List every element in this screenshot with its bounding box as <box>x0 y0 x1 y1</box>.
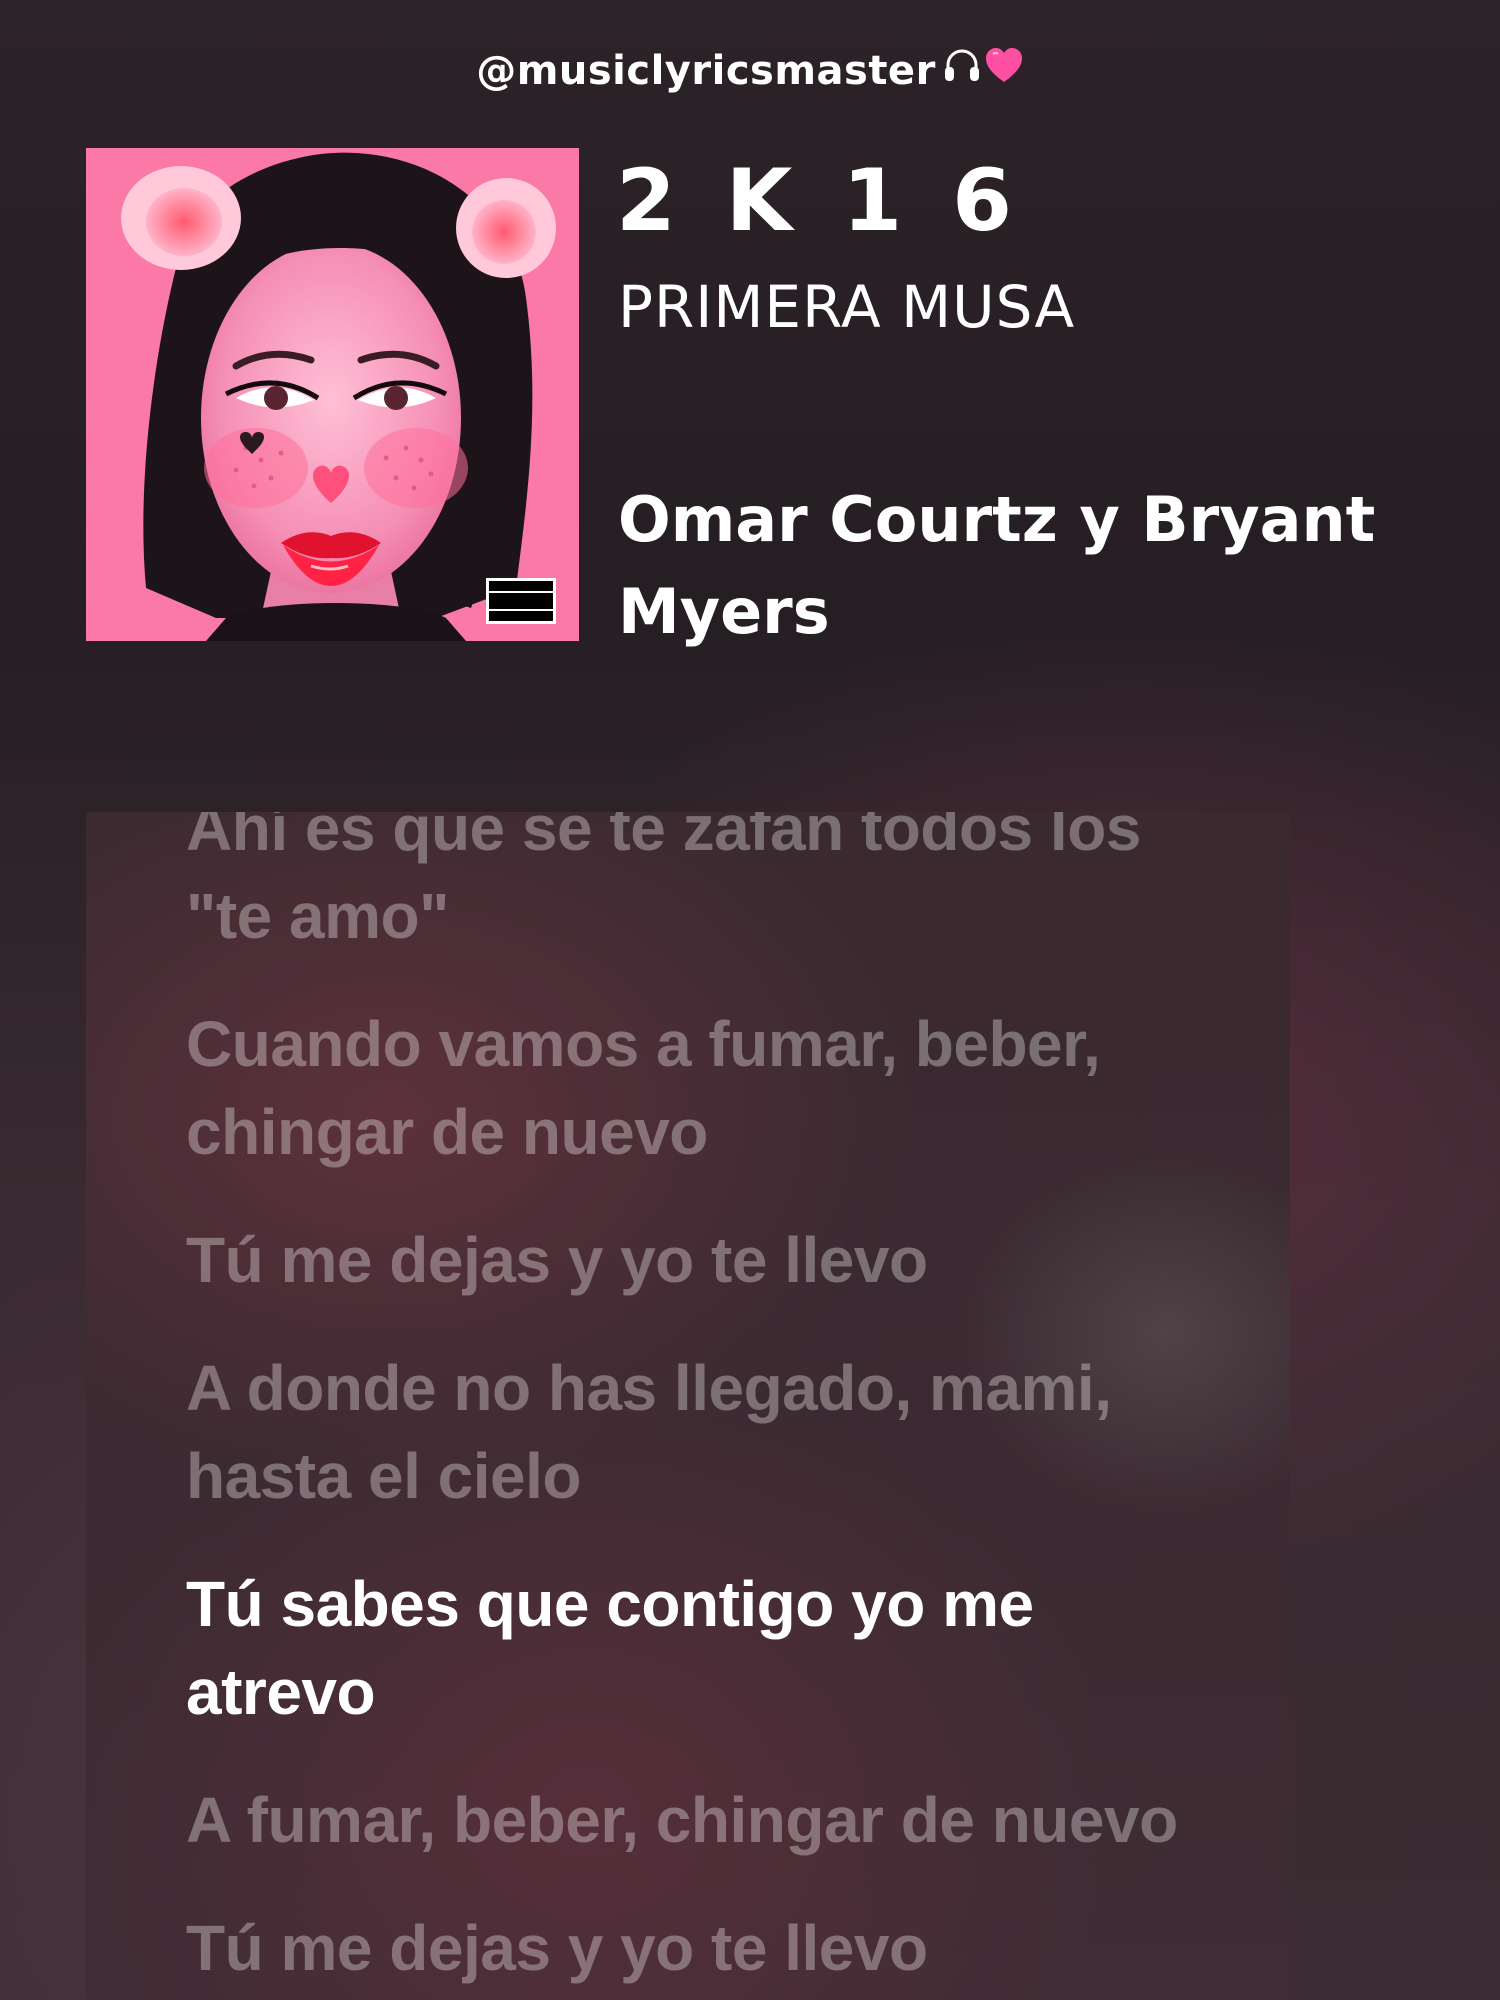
lyric-line[interactable]: Tú me dejas y yo te llevo <box>186 1216 1186 1304</box>
album-name: PRIMERA MUSA <box>618 273 1076 341</box>
lyrics-panel[interactable]: Ahí es que se te zafan todos los "te amo… <box>86 812 1290 2000</box>
track-title: 2 K 1 6 <box>616 151 1022 251</box>
lyric-line[interactable]: Ahí es que se te zafan todos los "te amo… <box>186 812 1186 960</box>
lyric-line[interactable]: Cuando vamos a fumar, beber, chingar de … <box>186 1000 1186 1176</box>
headphones-icon <box>936 49 984 97</box>
parental-advisory-label <box>486 578 556 624</box>
pink-heart-icon <box>984 48 1024 96</box>
lyric-line[interactable]: A fumar, beber, chingar de nuevo <box>186 1776 1186 1864</box>
artists-line-1: Omar Courtz y Bryant <box>618 483 1376 556</box>
artist-names: Omar Courtz y Bryant Myers <box>618 474 1438 658</box>
lyric-line[interactable]: A donde no has llegado, mami, hasta el c… <box>186 1344 1186 1520</box>
lyrics-list: Ahí es que se te zafan todos los "te amo… <box>186 812 1186 2000</box>
album-art <box>86 148 579 641</box>
lyric-line[interactable]: Tú me dejas y yo te llevo <box>186 1904 1186 1992</box>
lyric-line-current[interactable]: Tú sabes que contigo yo me atrevo <box>186 1560 1186 1736</box>
handle-text: @musiclyricsmaster <box>476 48 936 94</box>
watermark-handle: @musiclyricsmaster <box>0 48 1500 97</box>
artists-line-2: Myers <box>618 575 830 648</box>
